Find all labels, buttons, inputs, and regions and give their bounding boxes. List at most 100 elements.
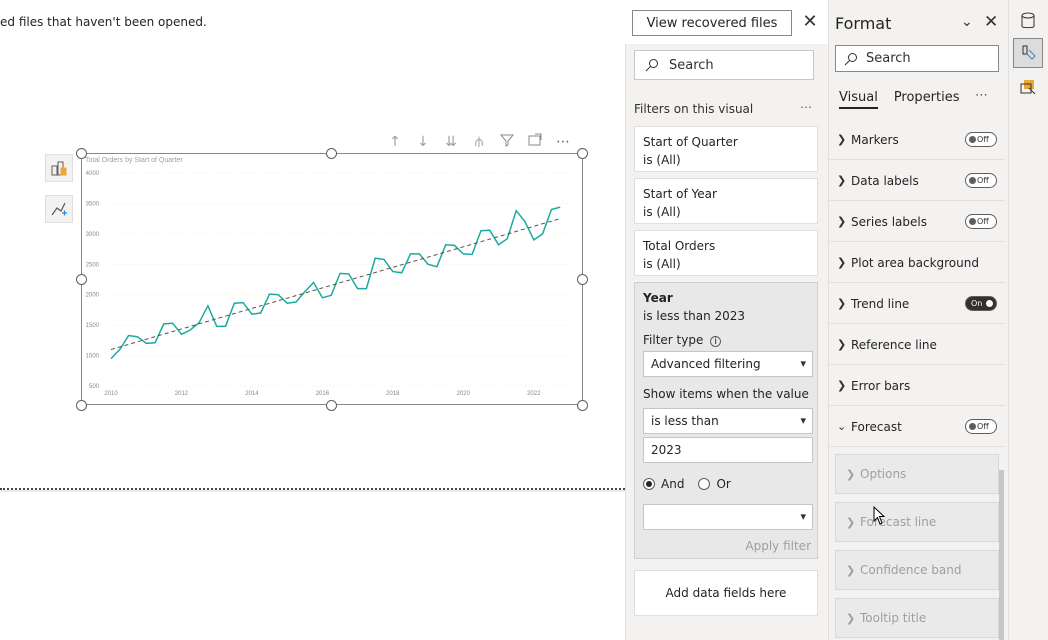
filter-type-value: Advanced filtering: [651, 357, 761, 371]
format-search-input[interactable]: Search: [835, 45, 999, 72]
x-tick-label: 2016: [316, 391, 330, 397]
forecast-line-section[interactable]: ❯ Forecast line: [835, 502, 999, 542]
y-tick-label: 2500: [86, 262, 100, 268]
filter-card-start-of-quarter[interactable]: Start of Quarter is (All): [634, 126, 818, 172]
filter-search-input[interactable]: Search: [634, 50, 814, 80]
filter-icon[interactable]: [496, 133, 518, 151]
visual-header: ↑ ↓ ⇊ ⫛ ⋯: [384, 133, 574, 151]
forecast-options-section[interactable]: ❯ Options: [835, 454, 999, 494]
tab-visual[interactable]: Visual: [839, 90, 878, 109]
analytics-pane-button[interactable]: [1013, 72, 1043, 102]
search-icon: [844, 52, 857, 65]
trend-line-toggle[interactable]: On: [965, 296, 997, 311]
show-items-label: Show items when the value: [643, 387, 809, 401]
resize-handle-bottom-left[interactable]: [76, 400, 87, 411]
filter-search-placeholder: Search: [669, 57, 714, 73]
format-section-trend-line[interactable]: ❯ Trend line On: [829, 284, 1005, 324]
search-icon: [645, 59, 658, 72]
data-pane-button[interactable]: [1013, 6, 1043, 36]
add-data-fields-dropzone[interactable]: Add data fields here: [634, 570, 818, 616]
x-tick-label: 2012: [175, 391, 189, 397]
more-options-icon[interactable]: ⋯: [552, 133, 574, 151]
info-icon[interactable]: i: [710, 336, 722, 347]
format-section-series-labels[interactable]: ❯ Series labels Off: [829, 202, 1005, 242]
forecast-sub-label: Forecast line: [860, 515, 937, 529]
resize-handle-bottom-right[interactable]: [577, 400, 588, 411]
database-icon: [1021, 12, 1035, 29]
tooltip-title-section[interactable]: ❯ Tooltip title: [835, 598, 999, 638]
resize-handle-right[interactable]: [577, 274, 588, 285]
series-labels-toggle[interactable]: Off: [965, 214, 997, 229]
condition-value-input[interactable]: 2023: [643, 437, 813, 463]
format-more-icon[interactable]: ⋯: [975, 88, 988, 103]
trend-line: [110, 218, 561, 350]
build-visual-button[interactable]: [45, 154, 73, 182]
chevron-right-icon: ❯: [846, 467, 856, 481]
resize-handle-top-right[interactable]: [577, 148, 588, 159]
double-arrow-down-icon[interactable]: ⇊: [440, 133, 462, 151]
and-radio[interactable]: [643, 478, 655, 490]
close-icon[interactable]: ✕: [984, 12, 998, 32]
format-section-label: Markers: [851, 132, 899, 147]
second-condition-dropdown[interactable]: ▾: [643, 504, 813, 530]
recovery-notice-bar: ed files that haven't been opened. View …: [0, 0, 828, 44]
chevron-right-icon: ❯: [837, 256, 847, 269]
filter-card-total-orders[interactable]: Total Orders is (All): [634, 230, 818, 276]
condition-dropdown[interactable]: is less than ▾: [643, 408, 813, 434]
line-chart: Total Orders by Start of Quarter 500 1000 1…: [85, 157, 569, 397]
filter-type-label-text: Filter type: [643, 333, 704, 347]
or-radio[interactable]: [698, 478, 711, 490]
filter-card-title: Start of Year: [643, 187, 717, 201]
chevron-right-icon: ❯: [837, 174, 847, 187]
format-section-markers[interactable]: ❯ Markers Off: [829, 120, 1005, 160]
resize-handle-left[interactable]: [76, 274, 87, 285]
data-labels-toggle[interactable]: Off: [965, 173, 997, 188]
format-section-error-bars[interactable]: ❯ Error bars: [829, 366, 1005, 406]
year-filter-title[interactable]: Year: [643, 289, 809, 307]
tab-properties[interactable]: Properties: [894, 90, 960, 109]
format-pane-scrollbar[interactable]: [999, 470, 1004, 640]
resize-handle-top[interactable]: [326, 148, 337, 159]
format-section-label: Forecast: [851, 419, 902, 434]
format-section-plot-area-background[interactable]: ❯ Plot area background: [829, 243, 1005, 283]
focus-mode-icon[interactable]: [524, 133, 546, 151]
format-section-data-labels[interactable]: ❯ Data labels Off: [829, 161, 1005, 201]
apply-filter-button[interactable]: Apply filter: [745, 539, 811, 553]
filter-pane: Search Filters on this visual ⋯ Start of…: [625, 44, 828, 640]
view-recovered-files-button[interactable]: View recovered files: [632, 10, 792, 36]
chevron-right-icon: ❯: [837, 379, 847, 392]
chevron-down-icon: ▾: [800, 510, 806, 523]
filter-type-dropdown[interactable]: Advanced filtering ▾: [643, 351, 813, 377]
analytics-button[interactable]: [45, 195, 73, 223]
chevron-right-icon: ❯: [846, 563, 856, 577]
x-tick-label: 2020: [457, 391, 471, 397]
expand-hierarchy-icon[interactable]: ⫛: [468, 133, 490, 151]
x-tick-label: 2018: [386, 391, 400, 397]
format-section-forecast[interactable]: ⌄ Forecast Off: [829, 407, 1005, 447]
format-tabs: Visual Properties: [839, 90, 960, 109]
filter-card-start-of-year[interactable]: Start of Year is (All): [634, 178, 818, 224]
mouse-cursor-icon: [873, 506, 886, 525]
filter-card-summary: is (All): [643, 257, 681, 271]
x-tick-label: 2010: [104, 391, 118, 397]
filters-more-icon[interactable]: ⋯: [800, 100, 812, 114]
resize-handle-top-left[interactable]: [76, 148, 87, 159]
filters-on-visual-heading: Filters on this visual: [634, 102, 754, 116]
forecast-toggle[interactable]: Off: [965, 419, 997, 434]
format-pane-button[interactable]: [1013, 38, 1043, 68]
arrow-up-icon[interactable]: ↑: [384, 133, 406, 151]
filter-card-title: Total Orders: [643, 239, 716, 253]
confidence-band-section[interactable]: ❯ Confidence band: [835, 550, 999, 590]
y-tick-label: 3000: [86, 232, 100, 238]
right-rail: [1008, 0, 1048, 640]
chevron-down-icon: ▾: [800, 357, 806, 370]
y-tick-label: 2000: [86, 293, 100, 299]
markers-toggle[interactable]: Off: [965, 132, 997, 147]
resize-handle-bottom[interactable]: [326, 400, 337, 411]
format-section-reference-line[interactable]: ❯ Reference line: [829, 325, 1005, 365]
chevron-down-icon[interactable]: ⌄: [961, 14, 973, 30]
arrow-down-icon[interactable]: ↓: [412, 133, 434, 151]
format-section-label: Trend line: [851, 296, 910, 311]
format-paintbrush-icon: [1022, 45, 1036, 60]
close-icon[interactable]: ✕: [800, 12, 820, 32]
